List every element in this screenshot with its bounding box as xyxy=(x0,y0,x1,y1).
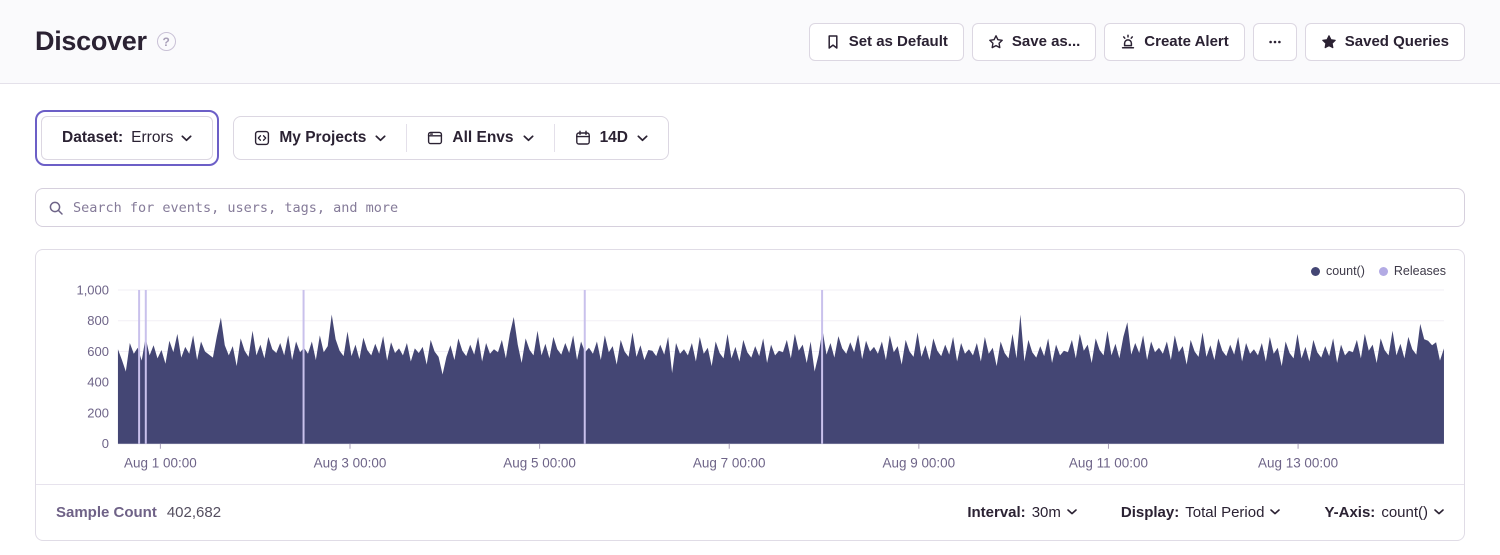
chevron-down-icon xyxy=(637,135,648,142)
top-bar: Discover ? Set as Default Save as... Cre… xyxy=(0,0,1500,84)
dataset-value: Errors xyxy=(131,129,173,147)
set-as-default-label: Set as Default xyxy=(849,33,948,50)
more-options-button[interactable] xyxy=(1253,23,1297,61)
interval-value: 30m xyxy=(1032,504,1061,521)
svg-text:Aug 1 00:00: Aug 1 00:00 xyxy=(124,456,197,471)
page-title: Discover xyxy=(35,26,147,57)
chevron-down-icon xyxy=(523,135,534,142)
dataset-dropdown[interactable]: Dataset: Errors xyxy=(41,116,213,160)
chevron-down-icon xyxy=(375,135,386,142)
create-alert-label: Create Alert xyxy=(1144,33,1228,50)
main-content: Dataset: Errors My Projects All Envs 14D xyxy=(0,84,1500,541)
interval-dropdown[interactable]: Interval: 30m xyxy=(967,504,1077,521)
date-range-label: 14D xyxy=(600,129,628,147)
saved-queries-label: Saved Queries xyxy=(1345,33,1449,50)
save-as-label: Save as... xyxy=(1012,33,1080,50)
chevron-down-icon xyxy=(181,135,192,142)
svg-text:Aug 13 00:00: Aug 13 00:00 xyxy=(1258,456,1338,471)
chevron-down-icon xyxy=(1434,509,1444,515)
chart-card-footer: Sample Count 402,682 Interval: 30m Displ… xyxy=(36,484,1464,540)
sample-count-label: Sample Count xyxy=(56,504,157,521)
svg-text:200: 200 xyxy=(87,405,109,420)
projects-icon xyxy=(254,130,270,146)
star-outline-icon xyxy=(988,34,1004,50)
ellipsis-icon xyxy=(1267,34,1283,50)
count-series-dot xyxy=(1311,267,1320,276)
help-icon[interactable]: ? xyxy=(157,32,176,51)
legend-item-releases[interactable]: Releases xyxy=(1379,264,1446,278)
svg-text:Aug 7 00:00: Aug 7 00:00 xyxy=(693,456,766,471)
svg-text:800: 800 xyxy=(87,313,109,328)
svg-text:Aug 9 00:00: Aug 9 00:00 xyxy=(883,456,956,471)
releases-series-dot xyxy=(1379,267,1388,276)
svg-text:600: 600 xyxy=(87,344,109,359)
dataset-selector-highlight: Dataset: Errors xyxy=(35,110,219,166)
search-icon xyxy=(48,200,64,216)
chart-card: count() Releases 0 200 400 600 800 1,000 Aug 1… xyxy=(35,249,1465,541)
siren-icon xyxy=(1120,34,1136,50)
saved-queries-button[interactable]: Saved Queries xyxy=(1305,23,1465,61)
filter-row: Dataset: Errors My Projects All Envs 14D xyxy=(35,110,1465,166)
yaxis-label: Y-Axis: xyxy=(1324,504,1375,521)
star-filled-icon xyxy=(1321,34,1337,50)
sample-count: Sample Count 402,682 xyxy=(56,504,221,521)
dataset-label: Dataset: xyxy=(62,129,123,147)
create-alert-button[interactable]: Create Alert xyxy=(1104,23,1244,61)
chart-controls: Interval: 30m Display: Total Period Y-Ax… xyxy=(967,504,1444,521)
sample-count-value: 402,682 xyxy=(167,504,221,521)
interval-label: Interval: xyxy=(967,504,1025,521)
yaxis-value: count() xyxy=(1381,504,1428,521)
svg-text:Aug 5 00:00: Aug 5 00:00 xyxy=(503,456,576,471)
display-dropdown[interactable]: Display: Total Period xyxy=(1121,504,1281,521)
chevron-down-icon xyxy=(1067,509,1077,515)
svg-text:400: 400 xyxy=(87,375,109,390)
display-label: Display: xyxy=(1121,504,1179,521)
environments-dropdown[interactable]: All Envs xyxy=(407,117,553,159)
date-range-dropdown[interactable]: 14D xyxy=(555,117,668,159)
area-chart-svg: 0 200 400 600 800 1,000 Aug 1 00:00 Aug 3 00:00… xyxy=(52,280,1448,480)
window-icon xyxy=(427,130,443,146)
set-as-default-button[interactable]: Set as Default xyxy=(809,23,964,61)
header-actions: Set as Default Save as... Create Alert S… xyxy=(809,23,1465,61)
display-value: Total Period xyxy=(1185,504,1264,521)
projects-dropdown[interactable]: My Projects xyxy=(234,117,406,159)
svg-text:Aug 11 00:00: Aug 11 00:00 xyxy=(1069,456,1148,471)
yaxis-dropdown[interactable]: Y-Axis: count() xyxy=(1324,504,1444,521)
svg-text:1,000: 1,000 xyxy=(76,282,108,297)
search-bar xyxy=(35,188,1465,227)
svg-text:0: 0 xyxy=(102,436,109,451)
search-input[interactable] xyxy=(73,200,1452,216)
legend-count-label: count() xyxy=(1326,264,1365,278)
chart-legend: count() Releases xyxy=(1311,264,1446,278)
chevron-down-icon xyxy=(1270,509,1280,515)
projects-label: My Projects xyxy=(279,129,366,147)
bookmark-icon xyxy=(825,34,841,50)
legend-releases-label: Releases xyxy=(1394,264,1446,278)
page-filter-group: My Projects All Envs 14D xyxy=(233,116,669,160)
chart-area[interactable]: 0 200 400 600 800 1,000 Aug 1 00:00 Aug 3 00:00… xyxy=(36,250,1464,484)
svg-text:Aug 3 00:00: Aug 3 00:00 xyxy=(314,456,387,471)
calendar-icon xyxy=(575,130,591,146)
save-as-button[interactable]: Save as... xyxy=(972,23,1096,61)
environments-label: All Envs xyxy=(452,129,513,147)
legend-item-count[interactable]: count() xyxy=(1311,264,1365,278)
